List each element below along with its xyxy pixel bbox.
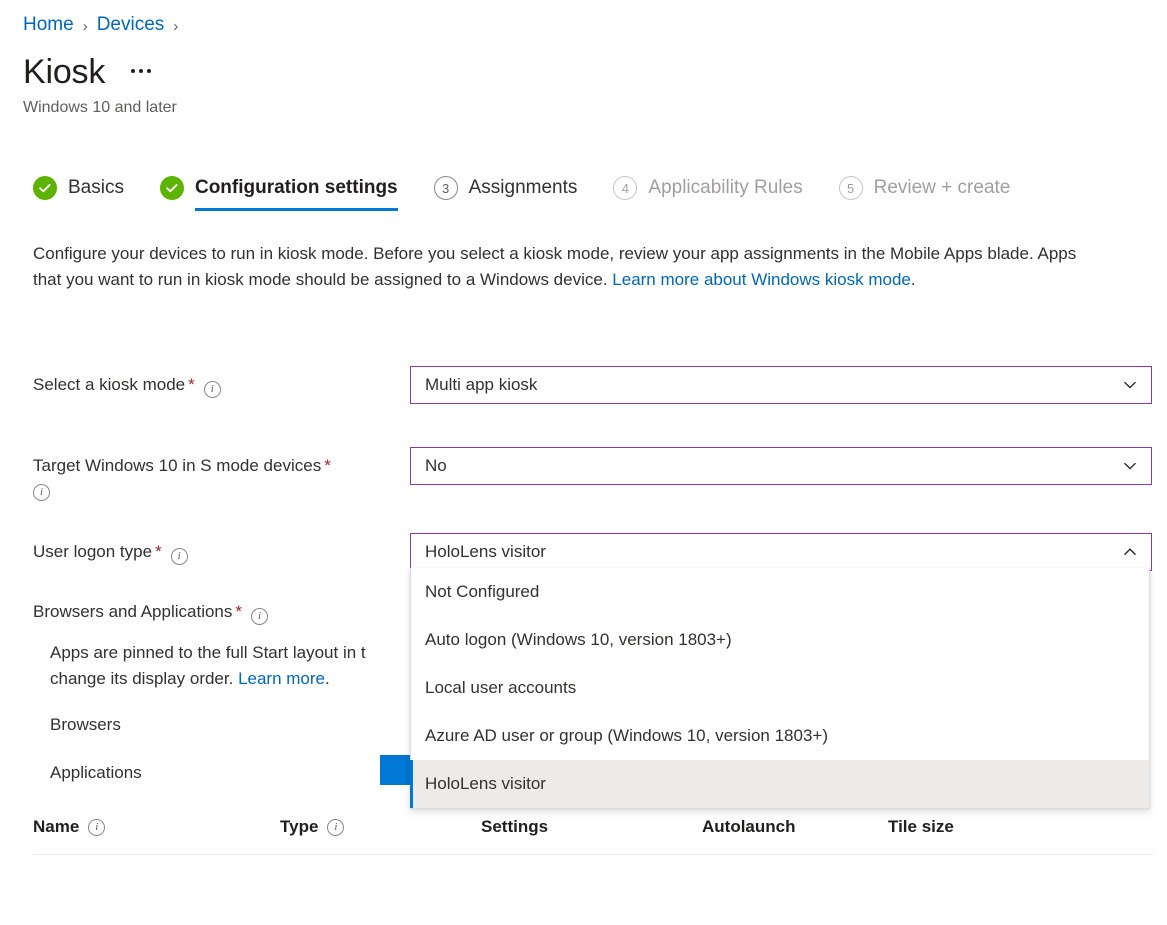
ellipsis-dot-2 (139, 69, 143, 73)
info-icon-browsers-applications[interactable]: i (251, 608, 268, 625)
user-logon-type-value: HoloLens visitor (425, 542, 1121, 562)
required-asterisk-s-mode: * (324, 456, 331, 475)
breadcrumb-separator-icon: › (83, 19, 88, 34)
page-description: Configure your devices to run in kiosk m… (33, 241, 1103, 292)
required-asterisk-kiosk-mode: * (188, 375, 195, 394)
wizard-step-review-create[interactable]: 5 Review + create (839, 176, 1011, 200)
step-number-badge-3: 3 (434, 176, 458, 200)
breadcrumb-item-devices[interactable]: Devices (97, 14, 165, 36)
label-user-logon-type: User logon type*i (33, 540, 408, 565)
user-logon-type-options-list: Not Configured Auto logon (Windows 10, v… (410, 568, 1150, 809)
description-text-end: . (911, 270, 916, 289)
ellipsis-dot-3 (147, 69, 151, 73)
browsers-applications-learn-more-link[interactable]: Learn more (238, 669, 325, 688)
check-circle-icon-2 (160, 176, 184, 200)
s-mode-dropdown[interactable]: No (410, 447, 1152, 485)
s-mode-value: No (425, 456, 1121, 476)
dropdown-option-azure-ad-user-or-group[interactable]: Azure AD user or group (Windows 10, vers… (411, 712, 1149, 760)
page-subtitle: Windows 10 and later (23, 99, 177, 117)
kiosk-mode-learn-more-link[interactable]: Learn more about Windows kiosk mode (612, 270, 911, 289)
check-circle-icon (33, 176, 57, 200)
dropdown-option-not-configured[interactable]: Not Configured (411, 568, 1149, 616)
required-asterisk-browsers-applications: * (235, 602, 242, 621)
column-header-tile-size: Tile size (888, 817, 1068, 837)
info-icon-type-column[interactable]: i (327, 819, 344, 836)
breadcrumb-item-home[interactable]: Home (23, 14, 74, 36)
sub-item-browsers[interactable]: Browsers (50, 715, 121, 735)
ellipsis-dot-1 (131, 69, 135, 73)
breadcrumb: Home › Devices › (23, 14, 178, 36)
label-kiosk-mode: Select a kiosk mode*i (33, 373, 408, 398)
step-number-badge-5: 5 (839, 176, 863, 200)
column-header-autolaunch: Autolaunch (702, 817, 888, 837)
label-s-mode: Target Windows 10 in S mode devices*i (33, 454, 408, 501)
description-text: Configure your devices to run in kiosk m… (33, 244, 1076, 289)
wizard-step-label-review-create: Review + create (874, 177, 1011, 199)
chevron-down-icon-2 (1121, 457, 1139, 475)
step-number-badge-4: 4 (613, 176, 637, 200)
kiosk-mode-value: Multi app kiosk (425, 375, 1121, 395)
chevron-up-icon (1121, 543, 1139, 561)
info-icon-name-column[interactable]: i (88, 819, 105, 836)
column-header-name: Namei (33, 817, 280, 837)
help-text-line1: Apps are pinned to the full Start layout… (50, 643, 366, 662)
wizard-step-label-assignments: Assignments (469, 177, 578, 199)
wizard-step-applicability-rules[interactable]: 4 Applicability Rules (613, 176, 802, 200)
page-title-row: Kiosk (23, 52, 155, 92)
wizard-step-label-configuration-settings: Configuration settings (195, 177, 398, 199)
apps-table: Namei Typei Settings Autolaunch Tile siz… (33, 810, 1153, 855)
wizard-steps: Basics Configuration settings 3 Assignme… (33, 176, 1010, 200)
info-icon-s-mode[interactable]: i (33, 484, 50, 501)
help-text-line2: change its display order. (50, 669, 238, 688)
wizard-step-label-applicability-rules: Applicability Rules (648, 177, 802, 199)
info-icon-kiosk-mode[interactable]: i (204, 381, 221, 398)
required-asterisk-logon-type: * (155, 542, 162, 561)
wizard-step-configuration-settings[interactable]: Configuration settings (160, 176, 398, 200)
column-header-settings: Settings (481, 817, 702, 837)
sub-item-applications[interactable]: Applications (50, 763, 142, 783)
more-options-icon[interactable] (127, 61, 155, 83)
kiosk-mode-dropdown[interactable]: Multi app kiosk (410, 366, 1152, 404)
page-title: Kiosk (23, 52, 105, 92)
column-header-type: Typei (280, 817, 481, 837)
apps-table-header-row: Namei Typei Settings Autolaunch Tile siz… (33, 810, 1153, 844)
info-icon-logon-type[interactable]: i (171, 548, 188, 565)
browsers-applications-help: Apps are pinned to the full Start layout… (50, 640, 470, 691)
breadcrumb-separator-icon-2: › (173, 19, 178, 34)
kiosk-configuration-page: Home › Devices › Kiosk Windows 10 and la… (0, 0, 1167, 925)
dropdown-option-local-user-accounts[interactable]: Local user accounts (411, 664, 1149, 712)
wizard-step-assignments[interactable]: 3 Assignments (434, 176, 578, 200)
dropdown-option-auto-logon[interactable]: Auto logon (Windows 10, version 1803+) (411, 616, 1149, 664)
chevron-down-icon (1121, 376, 1139, 394)
dropdown-option-hololens-visitor[interactable]: HoloLens visitor (411, 760, 1149, 808)
wizard-step-label-basics: Basics (68, 177, 124, 199)
active-step-underline (195, 208, 398, 211)
user-logon-type-dropdown[interactable]: HoloLens visitor (410, 533, 1152, 571)
table-header-divider (33, 854, 1153, 855)
wizard-step-basics[interactable]: Basics (33, 176, 124, 200)
help-text-period: . (325, 669, 330, 688)
